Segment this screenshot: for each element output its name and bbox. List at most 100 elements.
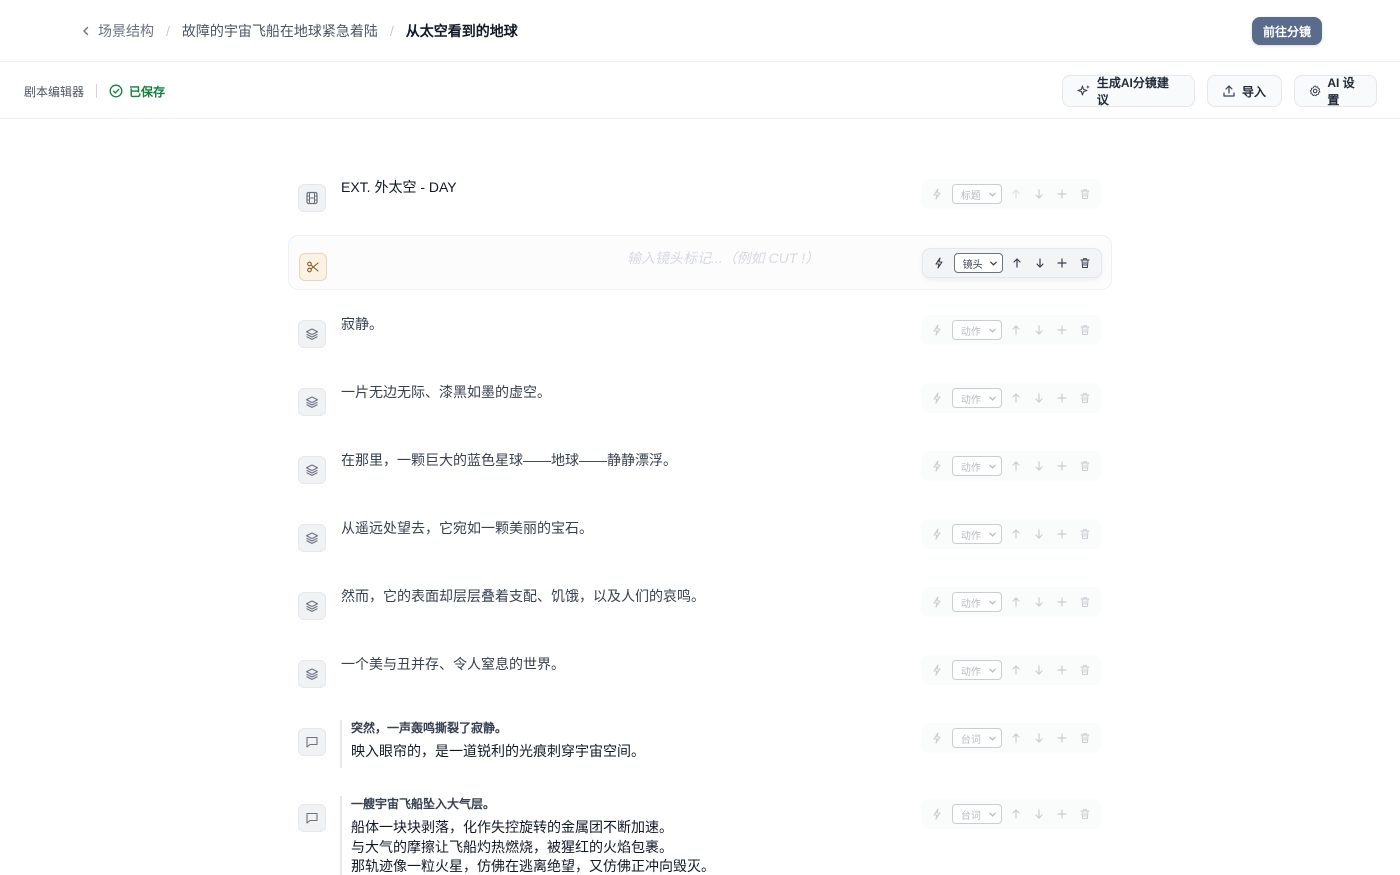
move-up-icon[interactable] <box>1008 593 1025 611</box>
add-row-icon[interactable] <box>1053 389 1070 407</box>
add-row-icon[interactable] <box>1053 729 1070 747</box>
add-row-icon[interactable] <box>1053 805 1070 823</box>
ai-action-icon[interactable] <box>929 593 946 611</box>
ai-action-icon[interactable] <box>929 729 946 747</box>
script-row-action[interactable]: 寂静。 动作 <box>288 308 1112 358</box>
trash-icon[interactable] <box>1076 729 1093 747</box>
row-controls: 动作 <box>921 587 1101 617</box>
editor-toolbar: 剧本编辑器 已保存 生成AI分镜建议 导入 AI 设置 <box>0 62 1400 119</box>
move-down-icon[interactable] <box>1030 661 1047 679</box>
row-type-select[interactable]: 动作 <box>951 524 1002 544</box>
move-up-icon[interactable] <box>1008 185 1025 203</box>
move-down-icon[interactable] <box>1030 321 1047 339</box>
move-down-icon[interactable] <box>1031 254 1048 272</box>
trash-icon[interactable] <box>1076 321 1093 339</box>
row-type-select[interactable]: 台词 <box>951 728 1002 748</box>
ai-action-icon[interactable] <box>929 185 946 203</box>
move-up-icon[interactable] <box>1008 457 1025 475</box>
row-controls: 动作 <box>921 315 1101 345</box>
move-up-icon[interactable] <box>1008 729 1025 747</box>
move-down-icon[interactable] <box>1030 185 1047 203</box>
row-type-select[interactable]: 动作 <box>951 388 1002 408</box>
script-row-action[interactable]: 一片无边无际、漆黑如墨的虚空。 动作 <box>288 376 1112 426</box>
chevron-down-icon <box>989 261 997 266</box>
trash-icon[interactable] <box>1076 254 1093 272</box>
chevron-left-icon <box>83 26 89 36</box>
dialogue-block[interactable]: 突然，一声轰鸣撕裂了寂静。 映入眼帘的，是一道锐利的光痕刺穿宇宙空间。 <box>340 720 645 768</box>
scene-heading-text[interactable]: EXT. 外太空 - DAY <box>341 177 457 197</box>
row-type-select[interactable]: 台词 <box>951 804 1002 824</box>
move-up-icon[interactable] <box>1009 254 1026 272</box>
move-up-icon[interactable] <box>1008 389 1025 407</box>
script-row-dialogue[interactable]: 突然，一声轰鸣撕裂了寂静。 映入眼帘的，是一道锐利的光痕刺穿宇宙空间。 台词 <box>288 716 1112 776</box>
action-text[interactable]: 从遥远处望去，它宛如一颗美丽的宝石。 <box>341 518 593 538</box>
move-down-icon[interactable] <box>1030 525 1047 543</box>
breadcrumb-back-link[interactable]: 场景结构 <box>80 21 154 41</box>
move-up-icon[interactable] <box>1008 525 1025 543</box>
trash-icon[interactable] <box>1076 593 1093 611</box>
script-row-action[interactable]: 从遥远处望去，它宛如一颗美丽的宝石。 动作 <box>288 512 1112 562</box>
script-row-heading[interactable]: EXT. 外太空 - DAY 标题 <box>288 172 1112 222</box>
ai-action-icon[interactable] <box>931 254 948 272</box>
script-row-action[interactable]: 然而，它的表面却层层叠着支配、饥饿，以及人们的哀鸣。 动作 <box>288 580 1112 630</box>
dialogue-block[interactable]: 一艘宇宙飞船坠入大气层。 船体一块块剥落，化作失控旋转的金属团不断加速。 与大气… <box>340 796 715 875</box>
trash-icon[interactable] <box>1076 661 1093 679</box>
goto-storyboard-button[interactable]: 前往分镜 <box>1252 17 1322 45</box>
row-type-select[interactable]: 标题 <box>951 184 1002 204</box>
add-row-icon[interactable] <box>1053 185 1070 203</box>
ai-action-icon[interactable] <box>929 457 946 475</box>
move-up-icon[interactable] <box>1008 805 1025 823</box>
row-type-select[interactable]: 动作 <box>951 456 1002 476</box>
ai-settings-button[interactable]: AI 设置 <box>1294 75 1377 107</box>
transition-input[interactable]: 输入镜头标记...（例如 CUT !） <box>627 248 819 268</box>
script-row-transition[interactable]: 输入镜头标记...（例如 CUT !） 镜头 <box>288 235 1112 290</box>
breadcrumb-current: 从太空看到的地球 <box>405 23 518 39</box>
row-controls: 台词 <box>921 799 1101 829</box>
layers-icon <box>298 660 326 688</box>
trash-icon[interactable] <box>1076 389 1093 407</box>
action-text[interactable]: 一片无边无际、漆黑如墨的虚空。 <box>341 382 551 402</box>
breadcrumb-parent[interactable]: 故障的宇宙飞船在地球紧急着陆 <box>182 21 378 41</box>
script-row-action[interactable]: 在那里，一颗巨大的蓝色星球——地球——静静漂浮。 动作 <box>288 444 1112 494</box>
add-row-icon[interactable] <box>1054 254 1071 272</box>
add-row-icon[interactable] <box>1053 321 1070 339</box>
chevron-down-icon <box>988 812 996 817</box>
row-type-select[interactable]: 动作 <box>951 660 1002 680</box>
script-row-action[interactable]: 一个美与丑并存、令人窒息的世界。 动作 <box>288 648 1112 698</box>
add-row-icon[interactable] <box>1053 661 1070 679</box>
move-down-icon[interactable] <box>1030 805 1047 823</box>
row-controls: 动作 <box>921 655 1101 685</box>
add-row-icon[interactable] <box>1053 593 1070 611</box>
move-down-icon[interactable] <box>1030 457 1047 475</box>
import-button[interactable]: 导入 <box>1207 75 1282 107</box>
action-text[interactable]: 在那里，一颗巨大的蓝色星球——地球——静静漂浮。 <box>341 450 677 470</box>
ai-suggest-button[interactable]: 生成AI分镜建议 <box>1062 75 1195 107</box>
ai-action-icon[interactable] <box>929 805 946 823</box>
move-up-icon[interactable] <box>1008 321 1025 339</box>
ai-action-icon[interactable] <box>929 389 946 407</box>
move-down-icon[interactable] <box>1030 593 1047 611</box>
add-row-icon[interactable] <box>1053 525 1070 543</box>
film-icon <box>298 184 326 212</box>
trash-icon[interactable] <box>1076 805 1093 823</box>
ai-action-icon[interactable] <box>929 661 946 679</box>
trash-icon[interactable] <box>1076 457 1093 475</box>
move-down-icon[interactable] <box>1030 729 1047 747</box>
chevron-down-icon <box>988 600 996 605</box>
trash-icon[interactable] <box>1076 525 1093 543</box>
top-bar: 场景结构 / 故障的宇宙飞船在地球紧急着陆 / 从太空看到的地球 前往分镜 <box>0 0 1400 62</box>
trash-icon[interactable] <box>1076 185 1093 203</box>
row-type-select[interactable]: 动作 <box>951 592 1002 612</box>
row-type-select[interactable]: 镜头 <box>953 253 1003 273</box>
row-type-select[interactable]: 动作 <box>951 320 1002 340</box>
move-down-icon[interactable] <box>1030 389 1047 407</box>
ai-action-icon[interactable] <box>929 321 946 339</box>
action-text[interactable]: 寂静。 <box>341 314 383 334</box>
move-up-icon[interactable] <box>1008 661 1025 679</box>
action-text[interactable]: 然而，它的表面却层层叠着支配、饥饿，以及人们的哀鸣。 <box>341 586 705 606</box>
action-text[interactable]: 一个美与丑并存、令人窒息的世界。 <box>341 654 565 674</box>
script-row-dialogue[interactable]: 一艘宇宙飞船坠入大气层。 船体一块块剥落，化作失控旋转的金属团不断加速。 与大气… <box>288 792 1112 875</box>
ai-action-icon[interactable] <box>929 525 946 543</box>
add-row-icon[interactable] <box>1053 457 1070 475</box>
dialogue-line: 与大气的摩擦让飞船灼热燃烧，被猩红的火焰包裹。 <box>351 838 673 855</box>
